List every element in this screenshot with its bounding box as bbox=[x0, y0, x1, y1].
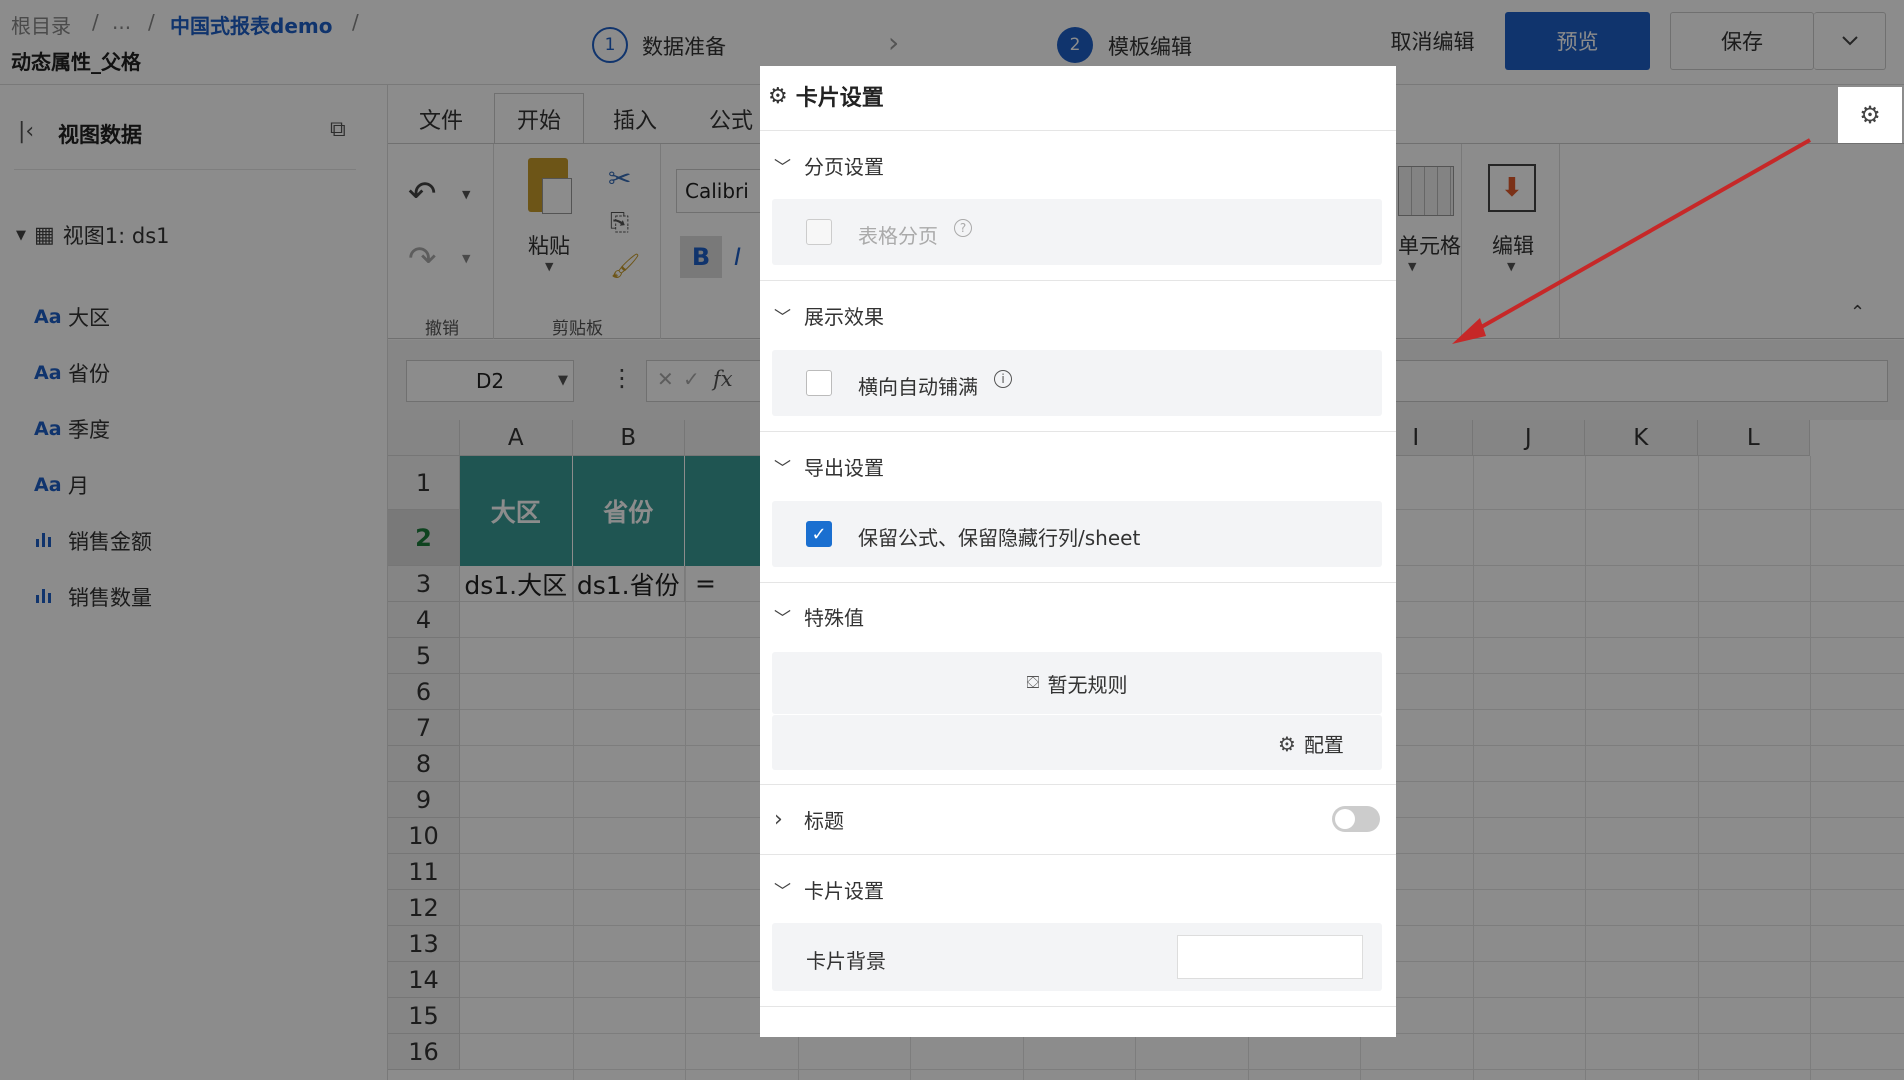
card-settings-panel: ⚙ 卡片设置 ﹀ 分页设置 表格分页 ? ﹀ 展示效果 横向自动铺满 i ﹀ 导… bbox=[760, 66, 1396, 1037]
chevron-down-icon: ﹀ bbox=[774, 458, 791, 479]
card-settings-gear-icon[interactable]: ⚙ bbox=[1838, 87, 1902, 143]
keep-formula-label: 保留公式、保留隐藏行列/sheet bbox=[858, 526, 1141, 550]
chevron-down-icon: ﹀ bbox=[774, 608, 791, 629]
config-label: 配置 bbox=[1303, 733, 1344, 757]
auto-fill-label: 横向自动铺满 bbox=[858, 375, 978, 399]
section-special-empty: ⛋ 暂无规则 bbox=[772, 652, 1382, 714]
empty-inbox-icon: ⛋ bbox=[1026, 673, 1040, 693]
info-icon[interactable]: i bbox=[994, 370, 1012, 388]
section-paging-body: 表格分页 ? bbox=[772, 199, 1382, 265]
panel-title: 卡片设置 bbox=[795, 86, 884, 111]
auto-fill-checkbox[interactable] bbox=[806, 370, 832, 396]
chevron-down-icon: ﹀ bbox=[774, 307, 791, 328]
title-toggle[interactable] bbox=[1332, 806, 1380, 832]
divider bbox=[760, 784, 1396, 785]
chevron-right-icon: › bbox=[774, 806, 783, 832]
card-bg-label: 卡片背景 bbox=[806, 949, 886, 973]
section-display-body: 横向自动铺满 i bbox=[772, 350, 1382, 416]
section-display-header[interactable]: ﹀ 展示效果 bbox=[774, 295, 884, 335]
gear-icon: ⚙ bbox=[768, 83, 788, 109]
section-card-header[interactable]: ﹀ 卡片设置 bbox=[774, 869, 884, 909]
chevron-down-icon: ﹀ bbox=[774, 881, 791, 902]
section-special-header[interactable]: ﹀ 特殊值 bbox=[774, 596, 864, 636]
table-paging-label: 表格分页 bbox=[858, 224, 938, 248]
section-title-header[interactable]: › 标题 bbox=[774, 799, 844, 839]
card-bg-color-input[interactable] bbox=[1177, 935, 1363, 979]
section-card-body: 卡片背景 bbox=[772, 923, 1382, 991]
keep-formula-checkbox[interactable]: ✓ bbox=[806, 521, 832, 547]
section-export-body: ✓ 保留公式、保留隐藏行列/sheet bbox=[772, 501, 1382, 567]
divider bbox=[760, 431, 1396, 432]
divider bbox=[760, 1006, 1396, 1007]
gear-icon: ⚙ bbox=[1278, 731, 1296, 756]
section-title: 分页设置 bbox=[804, 154, 884, 179]
divider bbox=[760, 854, 1396, 855]
divider bbox=[760, 582, 1396, 583]
section-paging-header[interactable]: ﹀ 分页设置 bbox=[774, 145, 884, 185]
section-title: 导出设置 bbox=[804, 455, 884, 480]
section-title: 标题 bbox=[804, 808, 844, 833]
empty-rules: ⛋ 暂无规则 bbox=[772, 652, 1382, 714]
chevron-down-icon: ﹀ bbox=[774, 157, 791, 178]
section-title: 特殊值 bbox=[804, 605, 864, 630]
section-export-header[interactable]: ﹀ 导出设置 bbox=[774, 446, 884, 486]
divider bbox=[760, 130, 1396, 131]
section-special-footer: ⚙ 配置 bbox=[772, 715, 1382, 770]
section-title: 卡片设置 bbox=[804, 878, 884, 903]
table-paging-checkbox[interactable] bbox=[806, 219, 832, 245]
divider bbox=[760, 280, 1396, 281]
config-button[interactable]: ⚙ 配置 bbox=[1278, 729, 1344, 758]
annotation-arrow bbox=[1452, 138, 1811, 344]
empty-rules-text: 暂无规则 bbox=[1047, 672, 1128, 697]
panel-header: ⚙ 卡片设置 bbox=[768, 80, 884, 112]
help-icon[interactable]: ? bbox=[954, 219, 972, 237]
section-title: 展示效果 bbox=[804, 304, 884, 329]
